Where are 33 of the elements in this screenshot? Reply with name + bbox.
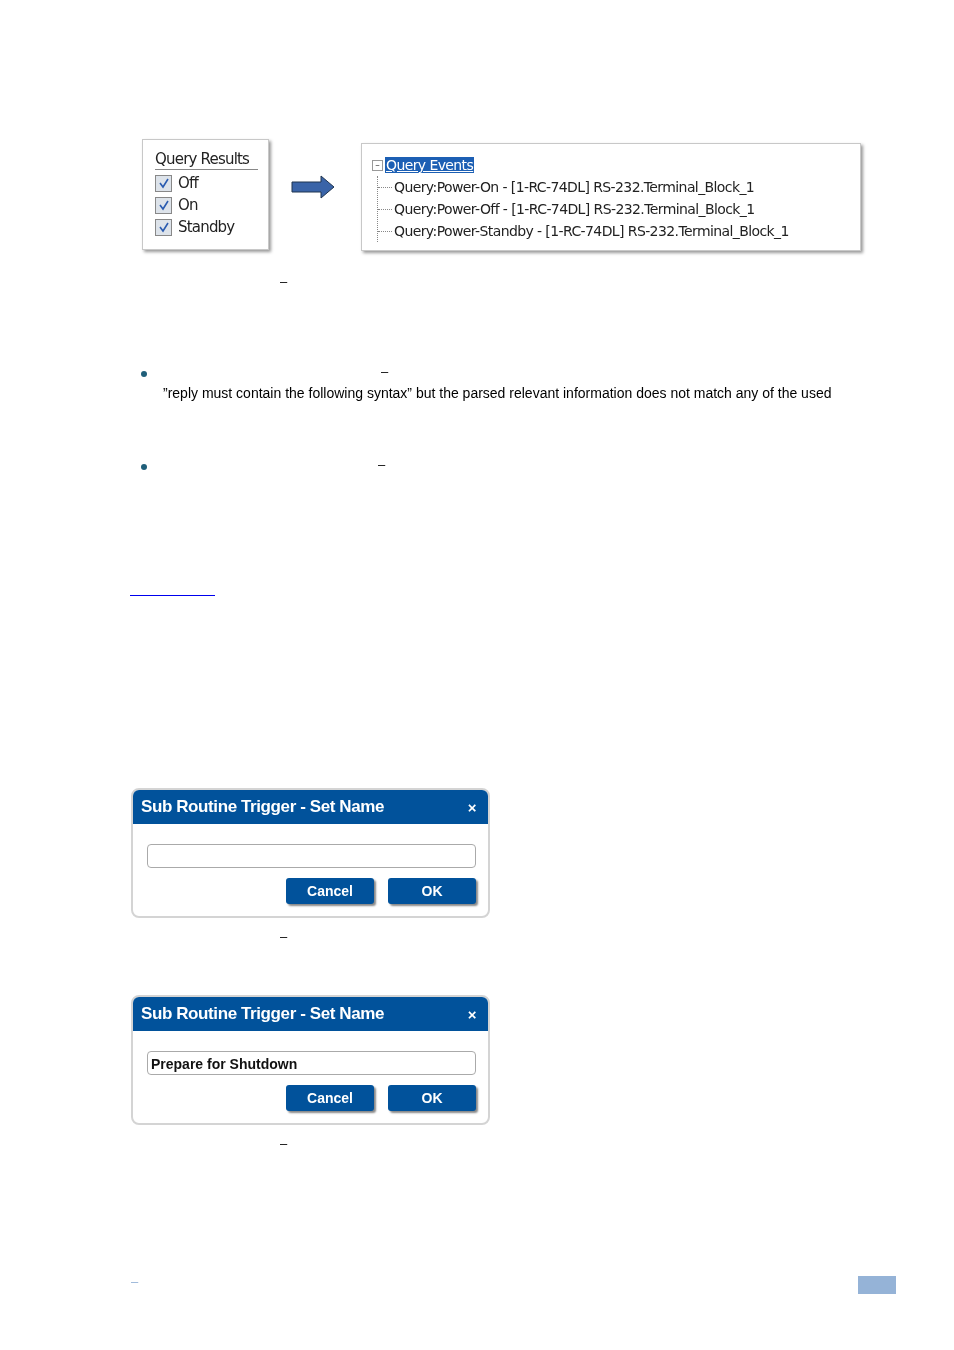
dialog-title: Sub Routine Trigger - Set Name bbox=[141, 797, 385, 817]
tree-item[interactable]: Query:Power-On - [1-RC-74DL] RS-232.Terminal_Block_1 bbox=[394, 179, 755, 195]
dialog-title: Sub Routine Trigger - Set Name bbox=[141, 1004, 385, 1024]
close-button[interactable]: × bbox=[467, 1005, 476, 1023]
close-button[interactable]: × bbox=[467, 798, 476, 816]
page-number-box bbox=[858, 1276, 896, 1294]
body-text: ”reply must contain the following syntax” but the parsed relevant information does not match any of the used bbox=[163, 385, 832, 401]
name-input-field[interactable] bbox=[147, 844, 476, 868]
dash-text: – bbox=[381, 364, 389, 379]
checkbox-label: Standby bbox=[178, 218, 235, 236]
tree-item[interactable]: Query:Power-Off - [1-RC-74DL] RS-232.Terminal_Block_1 bbox=[394, 201, 755, 217]
dash-text: – bbox=[378, 457, 386, 472]
checkbox-label: Off bbox=[178, 174, 198, 192]
ok-button[interactable]: OK bbox=[388, 1085, 476, 1111]
name-input-field[interactable]: Prepare for Shutdown bbox=[147, 1051, 476, 1075]
checkbox-label: On bbox=[178, 196, 198, 214]
checkbox[interactable] bbox=[155, 196, 172, 214]
caption-text: – bbox=[280, 274, 288, 289]
bullet-icon bbox=[141, 371, 147, 377]
tree-item[interactable]: Query:Power-Standby - [1-RC-74DL] RS-232.Terminal_Block_1 bbox=[394, 223, 789, 239]
tree-root-item[interactable]: Query Events bbox=[385, 157, 475, 173]
footer-text: – bbox=[131, 1274, 139, 1289]
bullet-icon bbox=[141, 464, 147, 470]
caption-text: – bbox=[280, 929, 288, 944]
caption-text: – bbox=[280, 1136, 288, 1151]
checkbox[interactable] bbox=[155, 174, 172, 192]
ok-button[interactable]: OK bbox=[388, 878, 476, 904]
checkbox[interactable] bbox=[155, 218, 172, 236]
cancel-button[interactable]: Cancel bbox=[286, 1085, 374, 1111]
group-title: Query Results bbox=[155, 150, 258, 170]
collapse-toggle[interactable]: – bbox=[372, 159, 383, 171]
right-arrow-icon bbox=[291, 175, 335, 199]
cancel-button[interactable]: Cancel bbox=[286, 878, 374, 904]
